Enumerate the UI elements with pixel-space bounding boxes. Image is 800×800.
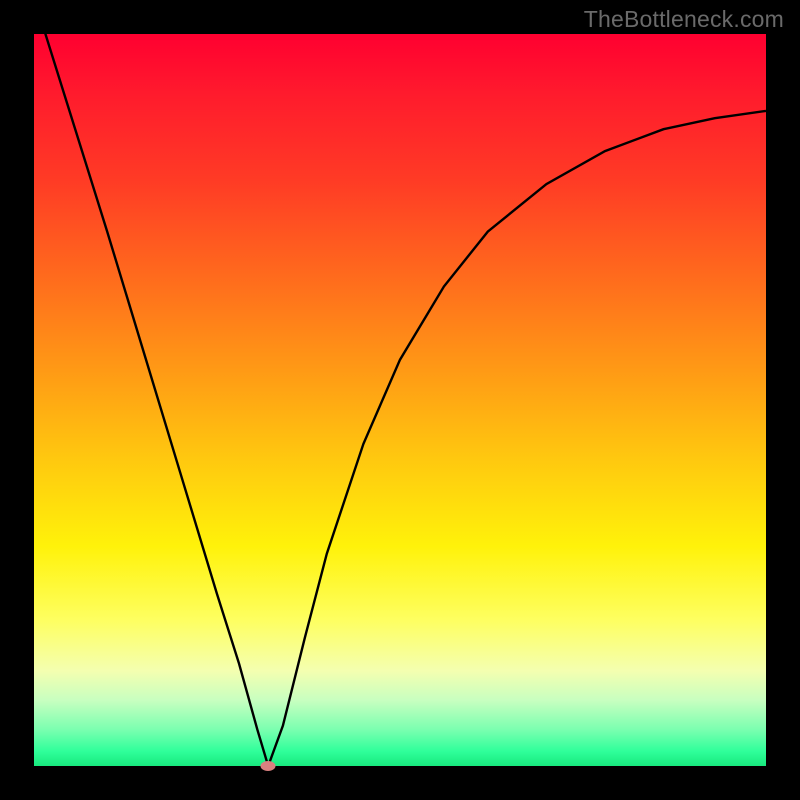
watermark-label: TheBottleneck.com [584,6,784,33]
curve-path [34,34,766,766]
bottleneck-curve [34,34,766,766]
chart-frame: TheBottleneck.com [0,0,800,800]
plot-area [34,34,766,766]
minimum-marker-icon [261,761,276,771]
